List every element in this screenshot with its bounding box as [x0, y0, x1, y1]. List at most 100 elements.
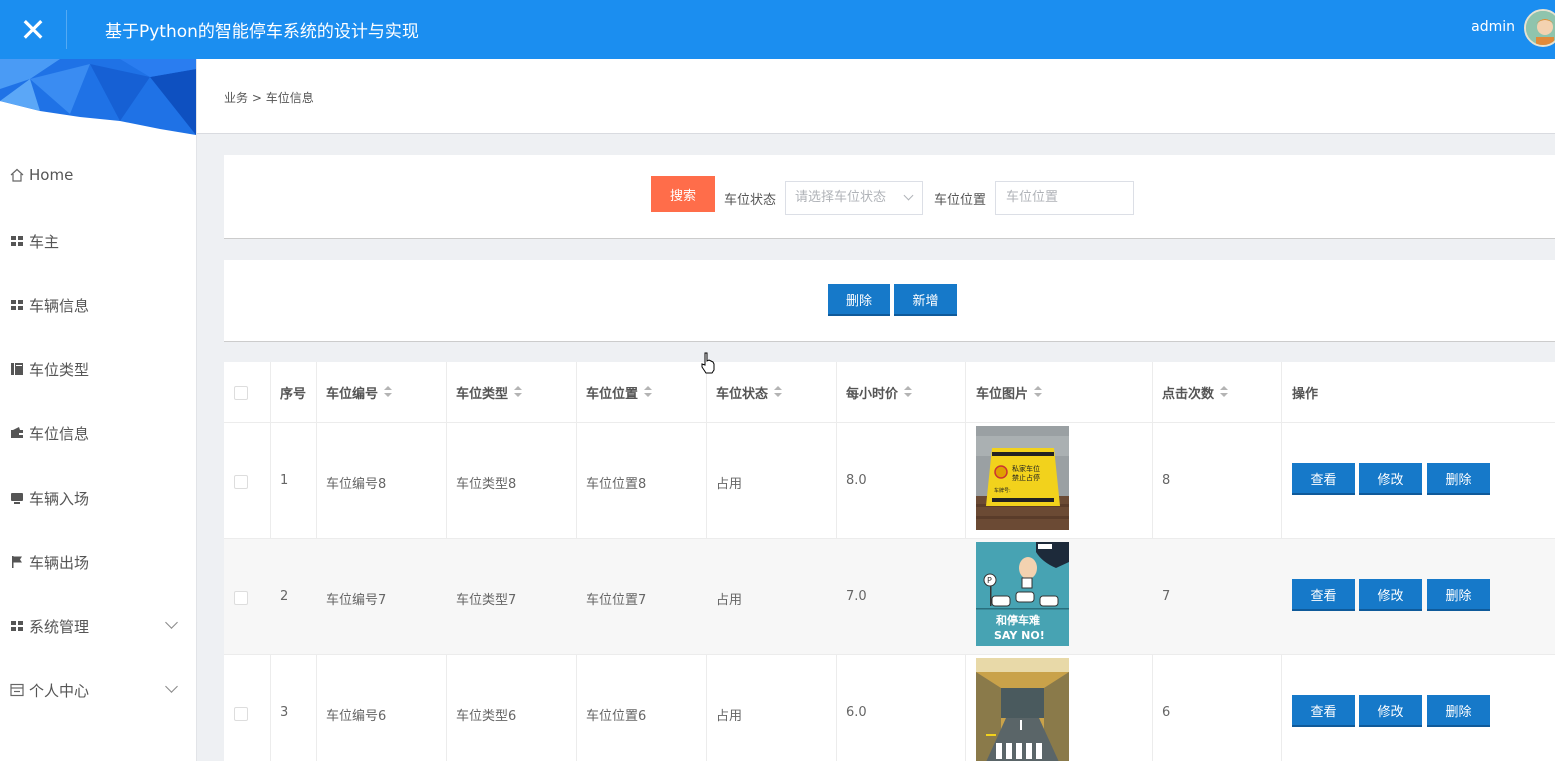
- search-button[interactable]: 搜索: [651, 176, 715, 212]
- status-select-placeholder: 请选择车位状态: [795, 190, 887, 205]
- column-header: 序号: [280, 386, 307, 402]
- search-panel: 搜索 车位状态 请选择车位状态 车位位置 车位位置: [224, 155, 1555, 239]
- column-header-label: 点击次数: [1162, 386, 1215, 402]
- breadcrumb-separator: >: [251, 91, 262, 105]
- grid-icon: [10, 298, 24, 312]
- location-input[interactable]: 车位位置: [995, 181, 1134, 215]
- sidebar-item-vehicle-exit[interactable]: 车辆出场: [0, 542, 196, 582]
- sidebar-item-home[interactable]: Home: [0, 155, 196, 195]
- sidebar-item-vehicle-info[interactable]: 车辆信息: [0, 285, 196, 325]
- sidebar-item-space-info[interactable]: 车位信息: [0, 413, 196, 453]
- edit-button[interactable]: 修改: [1359, 579, 1422, 611]
- column-header-label: 车位位置: [586, 386, 639, 402]
- sidebar-item-label: 系统管理: [29, 617, 90, 636]
- delete-button[interactable]: 删除: [1427, 579, 1490, 611]
- column-header-code[interactable]: 车位编号: [326, 362, 393, 422]
- space-image[interactable]: [976, 658, 1069, 761]
- thumb-text: 私家车位: [1012, 464, 1040, 473]
- cell-status: 占用: [716, 593, 743, 608]
- table-row: 1 车位编号8 车位类型8 车位位置8 占用 8.0 私家车位 禁止占停 车牌号…: [224, 422, 1555, 539]
- username[interactable]: admin: [1471, 19, 1515, 35]
- thumb-text: SAY NO!: [994, 629, 1045, 642]
- location-label: 车位位置: [934, 193, 987, 208]
- breadcrumb-current: 车位信息: [265, 91, 314, 105]
- cell-clicks: 8: [1162, 473, 1171, 488]
- row-checkbox[interactable]: [234, 591, 248, 605]
- column-header-label: 车位图片: [976, 386, 1029, 402]
- view-button[interactable]: 查看: [1292, 579, 1355, 611]
- sidebar-item-system[interactable]: 系统管理: [0, 606, 196, 646]
- sort-icon[interactable]: [1034, 386, 1043, 398]
- home-icon: [10, 168, 24, 182]
- view-button[interactable]: 查看: [1292, 695, 1355, 727]
- svg-text:P: P: [987, 576, 992, 585]
- sidebar-item-owner[interactable]: 车主: [0, 221, 196, 261]
- top-bar: ✕ 基于Python的智能停车系统的设计与实现 admin: [0, 0, 1555, 59]
- delete-button[interactable]: 删除: [1427, 463, 1490, 495]
- close-icon[interactable]: ✕: [0, 0, 66, 59]
- space-image[interactable]: P 和停车难 SAY NO!: [976, 542, 1069, 646]
- status-select[interactable]: 请选择车位状态: [785, 181, 923, 215]
- row-checkbox[interactable]: [234, 475, 248, 489]
- sidebar-item-label: 车辆信息: [29, 296, 90, 315]
- edit-button[interactable]: 修改: [1359, 695, 1422, 727]
- cell-clicks: 7: [1162, 589, 1171, 604]
- add-button[interactable]: 新增: [894, 284, 957, 316]
- row-checkbox[interactable]: [234, 707, 248, 721]
- sort-icon[interactable]: [774, 386, 783, 398]
- sidebar-item-label: 车位信息: [29, 424, 90, 443]
- book-icon: [10, 362, 24, 376]
- chevron-down-icon: [165, 680, 178, 693]
- thumb-text: 和停车难: [996, 613, 1040, 627]
- column-header-label: 车位类型: [456, 386, 509, 402]
- cell-code: 车位编号7: [326, 593, 387, 608]
- breadcrumb-parent[interactable]: 业务: [224, 91, 248, 105]
- cell-code: 车位编号6: [326, 709, 387, 724]
- cell-price: 6.0: [846, 705, 867, 720]
- view-button[interactable]: 查看: [1292, 463, 1355, 495]
- thumb-text: 车牌号:: [994, 487, 1011, 494]
- cell-location: 车位位置7: [586, 593, 647, 608]
- cell-type: 车位类型7: [456, 593, 517, 608]
- status-label: 车位状态: [724, 193, 777, 208]
- sort-icon[interactable]: [904, 386, 913, 398]
- column-header-image[interactable]: 车位图片: [976, 362, 1043, 422]
- space-image[interactable]: 私家车位 禁止占停 车牌号:: [976, 426, 1069, 530]
- edit-button[interactable]: 修改: [1359, 463, 1422, 495]
- column-header-type[interactable]: 车位类型: [456, 362, 523, 422]
- sort-icon[interactable]: [514, 386, 523, 398]
- avatar[interactable]: [1524, 9, 1555, 47]
- wallet-icon: [10, 426, 24, 440]
- cell-location: 车位位置8: [586, 477, 647, 492]
- flag-icon: [10, 555, 24, 569]
- action-panel: 删除 新增: [224, 260, 1555, 342]
- column-header-actions: 操作: [1292, 386, 1319, 402]
- sort-icon[interactable]: [644, 386, 653, 398]
- sidebar-item-profile[interactable]: 个人中心: [0, 670, 196, 710]
- select-all-checkbox[interactable]: [234, 386, 248, 400]
- sidebar: Home 车主 车辆信息 车位类型 车位信息 车辆入场 车辆出场 系统管理 个人…: [0, 59, 197, 761]
- cell-status: 占用: [716, 477, 743, 492]
- column-header-status[interactable]: 车位状态: [716, 362, 783, 422]
- sort-icon[interactable]: [384, 386, 393, 398]
- column-header-label: 每小时价: [846, 386, 899, 402]
- sidebar-item-label: 车位类型: [29, 360, 90, 379]
- cell-type: 车位类型6: [456, 709, 517, 724]
- column-header-price[interactable]: 每小时价: [846, 362, 913, 422]
- sidebar-item-label: 车辆入场: [29, 489, 90, 508]
- grid-icon: [10, 234, 24, 248]
- batch-delete-button[interactable]: 删除: [828, 284, 890, 316]
- column-header-clicks[interactable]: 点击次数: [1162, 362, 1229, 422]
- cell-price: 8.0: [846, 473, 867, 488]
- cell-index: 1: [280, 473, 289, 488]
- delete-button[interactable]: 删除: [1427, 695, 1490, 727]
- table-row: 2 车位编号7 车位类型7 车位位置7 占用 7.0 P 和停车难 SAY NO…: [224, 538, 1555, 655]
- cell-type: 车位类型8: [456, 477, 517, 492]
- column-header-location[interactable]: 车位位置: [586, 362, 653, 422]
- sidebar-item-space-type[interactable]: 车位类型: [0, 349, 196, 389]
- sidebar-item-vehicle-entry[interactable]: 车辆入场: [0, 478, 196, 518]
- sidebar-item-label: Home: [29, 166, 74, 184]
- cell-clicks: 6: [1162, 705, 1171, 720]
- column-header-label: 车位状态: [716, 386, 769, 402]
- sort-icon[interactable]: [1220, 386, 1229, 398]
